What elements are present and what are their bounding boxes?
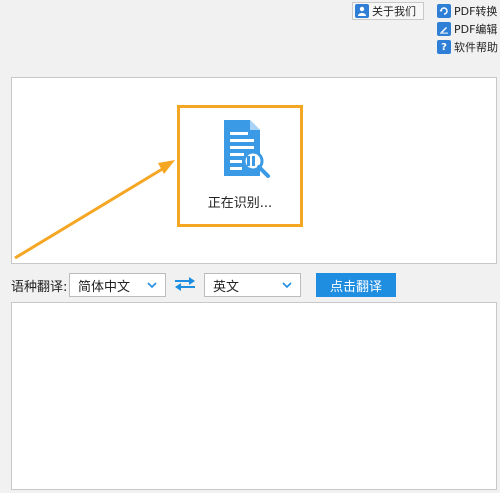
document-search-icon [224,120,270,178]
target-language-select[interactable]: 英文 [204,273,301,297]
recognition-status-text: 正在识别... [207,196,273,211]
translate-button[interactable]: 点击翻译 [316,273,396,297]
source-language-select[interactable]: 简体中文 [69,273,166,297]
translation-result-area[interactable] [11,302,497,490]
swap-arrows-icon[interactable] [173,276,197,292]
language-translate-label: 语种翻译: [11,280,68,295]
chevron-down-icon [147,282,157,288]
target-language-value: 英文 [213,279,240,295]
recognition-highlight-box: 正在识别... [177,105,303,227]
source-language-value: 简体中文 [78,279,131,295]
chevron-down-icon [282,282,292,288]
